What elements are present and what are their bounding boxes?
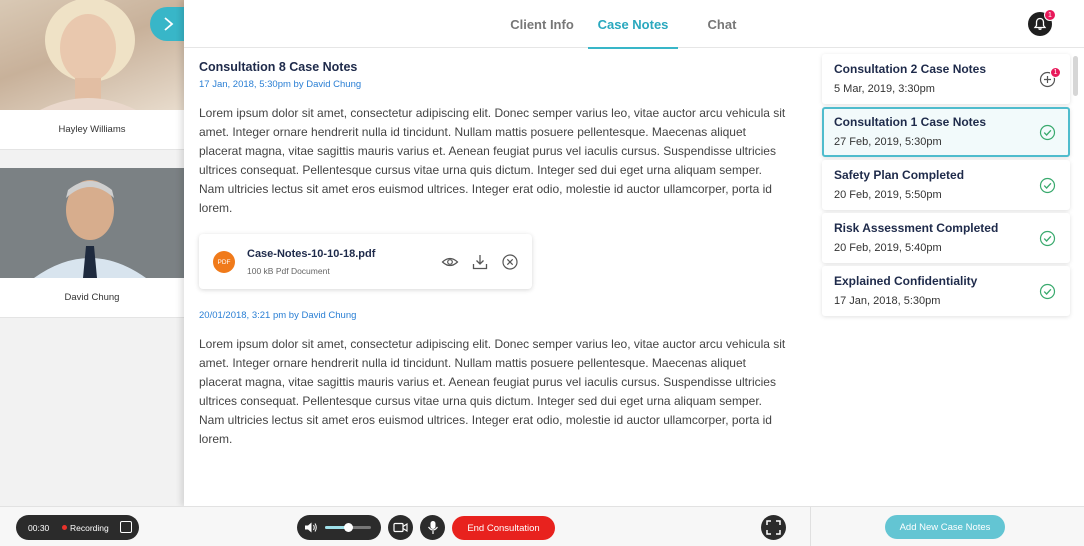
case-item-title: Safety Plan Completed	[834, 168, 965, 182]
check-circle-icon	[1039, 230, 1056, 247]
tab-client-info[interactable]: Client Info	[502, 0, 582, 48]
tab-bar: Client Info Case Notes Chat 1	[184, 0, 1084, 49]
note-meta: 17 Jan, 2018, 5:30pm by David Chung	[199, 79, 362, 90]
recording-indicator: 00:30 Recording	[16, 515, 139, 540]
microphone-toggle-button[interactable]	[420, 515, 445, 540]
note-entry-meta: 20/01/2018, 3:21 pm by David Chung	[199, 310, 357, 321]
participant-name-david: David Chung	[0, 278, 184, 318]
case-list-item[interactable]: Explained Confidentiality 17 Jan, 2018, …	[822, 266, 1070, 316]
participants-panel: Hayley Williams David Chung	[0, 0, 186, 506]
attachment-card: PDF Case-Notes-10-10-18.pdf 100 kB Pdf D…	[199, 234, 532, 289]
case-list-item[interactable]: Safety Plan Completed 20 Feb, 2019, 5:50…	[822, 160, 1070, 210]
pdf-file-icon: PDF	[213, 251, 235, 273]
case-item-date: 5 Mar, 2019, 3:30pm	[834, 83, 935, 95]
participant-video-david	[0, 168, 184, 278]
case-item-date: 20 Feb, 2019, 5:40pm	[834, 242, 942, 254]
notifications-button[interactable]: 1	[1028, 9, 1056, 36]
case-note-content: Consultation 8 Case Notes 17 Jan, 2018, …	[199, 60, 799, 449]
attachment-meta: 100 kB Pdf Document	[247, 266, 330, 276]
case-list-item-selected[interactable]: Consultation 1 Case Notes 27 Feb, 2019, …	[822, 107, 1070, 157]
video-camera-icon	[393, 522, 408, 533]
fullscreen-button[interactable]	[761, 515, 786, 540]
case-list-item[interactable]: Consultation 2 Case Notes 5 Mar, 2019, 3…	[822, 54, 1070, 104]
speaker-icon[interactable]	[304, 521, 318, 534]
expand-panel-button[interactable]	[150, 7, 186, 41]
tab-case-notes[interactable]: Case Notes	[588, 0, 678, 49]
volume-slider[interactable]	[325, 523, 371, 532]
case-list-item[interactable]: Risk Assessment Completed 20 Feb, 2019, …	[822, 213, 1070, 263]
recording-dot-icon	[62, 525, 67, 530]
fullscreen-icon	[766, 520, 781, 535]
case-item-date: 20 Feb, 2019, 5:50pm	[834, 189, 942, 201]
download-icon[interactable]	[471, 253, 489, 271]
check-circle-icon	[1039, 124, 1056, 141]
microphone-icon	[427, 521, 438, 534]
chevron-right-icon	[164, 17, 174, 31]
add-new-case-notes-button[interactable]: Add New Case Notes	[885, 515, 1005, 539]
volume-control	[297, 515, 381, 540]
stop-recording-button[interactable]	[120, 521, 132, 533]
participant-name-hayley: Hayley Williams	[0, 110, 184, 150]
remove-circle-icon[interactable]	[501, 253, 519, 271]
recording-time: 00:30	[28, 523, 50, 533]
note-title: Consultation 8 Case Notes	[199, 60, 358, 74]
note-body: Lorem ipsum dolor sit amet, consectetur …	[199, 106, 786, 215]
case-notes-list: Consultation 2 Case Notes 5 Mar, 2019, 3…	[822, 54, 1070, 319]
case-item-title: Consultation 2 Case Notes	[834, 62, 987, 76]
case-item-title: Consultation 1 Case Notes	[834, 115, 987, 129]
view-eye-icon[interactable]	[441, 253, 459, 271]
case-item-date: 17 Jan, 2018, 5:30pm	[834, 295, 941, 307]
end-consultation-button[interactable]: End Consultation	[452, 516, 555, 540]
check-circle-icon	[1039, 283, 1056, 300]
bar-divider	[810, 507, 811, 546]
check-circle-icon	[1039, 177, 1056, 194]
camera-toggle-button[interactable]	[388, 515, 413, 540]
consultation-main: Client Info Case Notes Chat 1 Consultati…	[184, 0, 1084, 506]
volume-handle[interactable]	[344, 523, 353, 532]
case-item-date: 27 Feb, 2019, 5:30pm	[834, 136, 942, 148]
tab-chat[interactable]: Chat	[694, 0, 750, 48]
case-list-scrollbar[interactable]	[1073, 56, 1078, 96]
notification-badge: 1	[1044, 9, 1056, 21]
note-entry-body: Lorem ipsum dolor sit amet, consectetur …	[199, 337, 786, 446]
recording-label: Recording	[70, 523, 109, 533]
case-item-title: Risk Assessment Completed	[834, 221, 999, 235]
case-item-title: Explained Confidentiality	[834, 274, 978, 288]
call-control-bar: 00:30 Recording End Consultation Add New…	[0, 506, 1084, 546]
attachment-name: Case-Notes-10-10-18.pdf	[247, 248, 376, 260]
case-item-badge: 1	[1050, 67, 1061, 78]
participant-portrait-david	[0, 168, 184, 278]
